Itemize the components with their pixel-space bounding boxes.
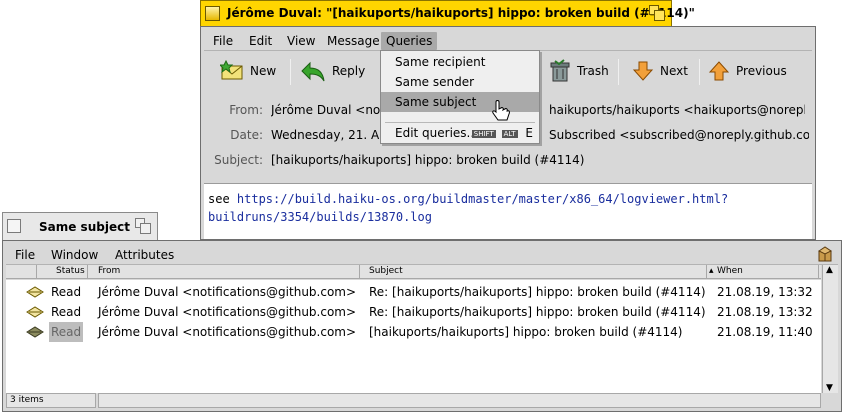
row-from: Jérôme Duval <notifications@github.com> [98, 325, 357, 339]
menu-view[interactable]: View [282, 32, 320, 50]
menu-attributes[interactable]: Attributes [110, 246, 179, 264]
sort-ascending-icon: ▴ [709, 266, 714, 276]
results-window-tab[interactable]: Same subject [2, 212, 158, 240]
horizontal-scrollbar[interactable] [98, 393, 821, 408]
from-field[interactable]: Jérôme Duval <notifi [271, 103, 381, 117]
menu-queries[interactable]: Queries [381, 32, 438, 50]
menu-file[interactable]: File [208, 32, 238, 50]
mail-menubar: File Edit View Message Queries [204, 29, 812, 51]
alt-key-glyph: ALT [501, 129, 518, 138]
col-when[interactable]: When [717, 266, 743, 276]
to-field[interactable]: haikuports/haikuports <haikuports@norepl… [549, 103, 805, 117]
col-subject[interactable]: Subject [369, 266, 403, 276]
close-box-icon[interactable] [205, 6, 220, 21]
from-label: From: [229, 103, 263, 117]
new-button-label: New [250, 64, 277, 78]
reply-button-label: Reply [332, 64, 366, 78]
row-status: Read [51, 305, 82, 319]
scroll-down-icon[interactable]: ▼ [826, 383, 833, 393]
query-same-sender[interactable]: Same sender [381, 72, 539, 92]
menu-file[interactable]: File [10, 246, 40, 264]
cc-field[interactable]: Subscribed <subscribed@noreply.github.co… [549, 128, 809, 142]
hand-cursor-icon [492, 100, 510, 121]
row-from: Jérôme Duval <notifications@github.com> [98, 285, 357, 299]
menu-edit[interactable]: Edit [244, 32, 277, 50]
query-results-window: Same subject File Window Attributes Stat… [2, 212, 842, 412]
reply-button[interactable]: Reply [300, 57, 365, 85]
item-count: 3 items [6, 393, 96, 408]
up-arrow-icon [708, 61, 730, 81]
vertical-scrollbar[interactable]: ▲ ▼ [822, 265, 838, 393]
row-status: Read [49, 322, 84, 342]
tracker-package-icon[interactable] [816, 245, 834, 263]
next-button[interactable]: Next [632, 57, 688, 85]
zoom-box-icon[interactable] [135, 218, 151, 234]
trash-icon [550, 59, 570, 82]
row-when: 21.08.19, 11:40 [717, 325, 813, 339]
read-mail-icon [26, 306, 44, 318]
log-link-line1[interactable]: https://build.haiku-os.org/buildmaster/m… [237, 192, 728, 206]
close-box-icon[interactable] [7, 219, 21, 233]
row-subject: Re: [haikuports/haikuports] hippo: broke… [369, 305, 706, 319]
trash-button[interactable]: Trash [549, 57, 609, 85]
row-subject: Re: [haikuports/haikuports] hippo: broke… [369, 285, 706, 299]
date-label: Date: [230, 128, 263, 142]
query-same-recipient[interactable]: Same recipient [381, 52, 539, 72]
new-mail-icon [220, 60, 243, 80]
row-when: 21.08.19, 13:32 [717, 305, 813, 319]
shift-key-glyph: SHIFT [471, 129, 496, 138]
previous-button-label: Previous [736, 64, 787, 78]
row-subject: [haikuports/haikuports] hippo: broken bu… [369, 325, 683, 339]
body-prefix: see [208, 192, 237, 206]
col-from[interactable]: From [98, 266, 120, 276]
table-row[interactable]: Read Jérôme Duval <notifications@github.… [6, 302, 821, 322]
subject-label: Subject: [214, 153, 263, 167]
results-menubar: File Window Attributes [6, 243, 838, 265]
trash-button-label: Trash [577, 64, 609, 78]
subject-field[interactable]: [haikuports/haikuports] hippo: broken bu… [271, 153, 601, 167]
queries-dropdown: Same recipient Same sender Same subject … [380, 50, 540, 144]
column-header: Status From Subject ▴ When [6, 265, 821, 279]
table-row[interactable]: Read Jérôme Duval <notifications@github.… [6, 282, 821, 302]
query-same-subject[interactable]: Same subject [381, 92, 539, 112]
edit-queries-label: Edit queries... [395, 126, 479, 140]
date-field: Wednesday, 21. Augu [271, 128, 381, 142]
window-title: Jérôme Duval: "[haikuports/haikuports] h… [227, 6, 695, 20]
row-from: Jérôme Duval <notifications@github.com> [98, 305, 357, 319]
results-frame: File Window Attributes Status From Subje… [2, 240, 842, 412]
read-mail-icon [26, 326, 44, 338]
previous-button[interactable]: Previous [708, 57, 787, 85]
row-when: 21.08.19, 13:32 [717, 285, 813, 299]
row-status: Read [51, 285, 82, 299]
new-button[interactable]: New [220, 57, 276, 85]
menu-window[interactable]: Window [46, 246, 103, 264]
next-button-label: Next [660, 64, 688, 78]
col-status[interactable]: Status [56, 266, 85, 276]
read-mail-icon [26, 286, 44, 298]
edit-queries-item[interactable]: Edit queries... SHIFT ALT E [381, 123, 539, 143]
down-arrow-icon [632, 61, 654, 81]
results-list: Read Jérôme Duval <notifications@github.… [6, 280, 821, 393]
menu-message[interactable]: Message [322, 32, 385, 50]
shortcut-key: E [525, 126, 533, 140]
mail-window-tab[interactable]: Jérôme Duval: "[haikuports/haikuports] h… [200, 0, 695, 26]
zoom-box-icon[interactable] [649, 5, 665, 21]
reply-arrow-icon [301, 61, 325, 82]
results-window-title: Same subject [39, 220, 130, 234]
table-row[interactable]: Read Jérôme Duval <notifications@github.… [6, 322, 821, 342]
scroll-up-icon[interactable]: ▲ [826, 265, 833, 275]
